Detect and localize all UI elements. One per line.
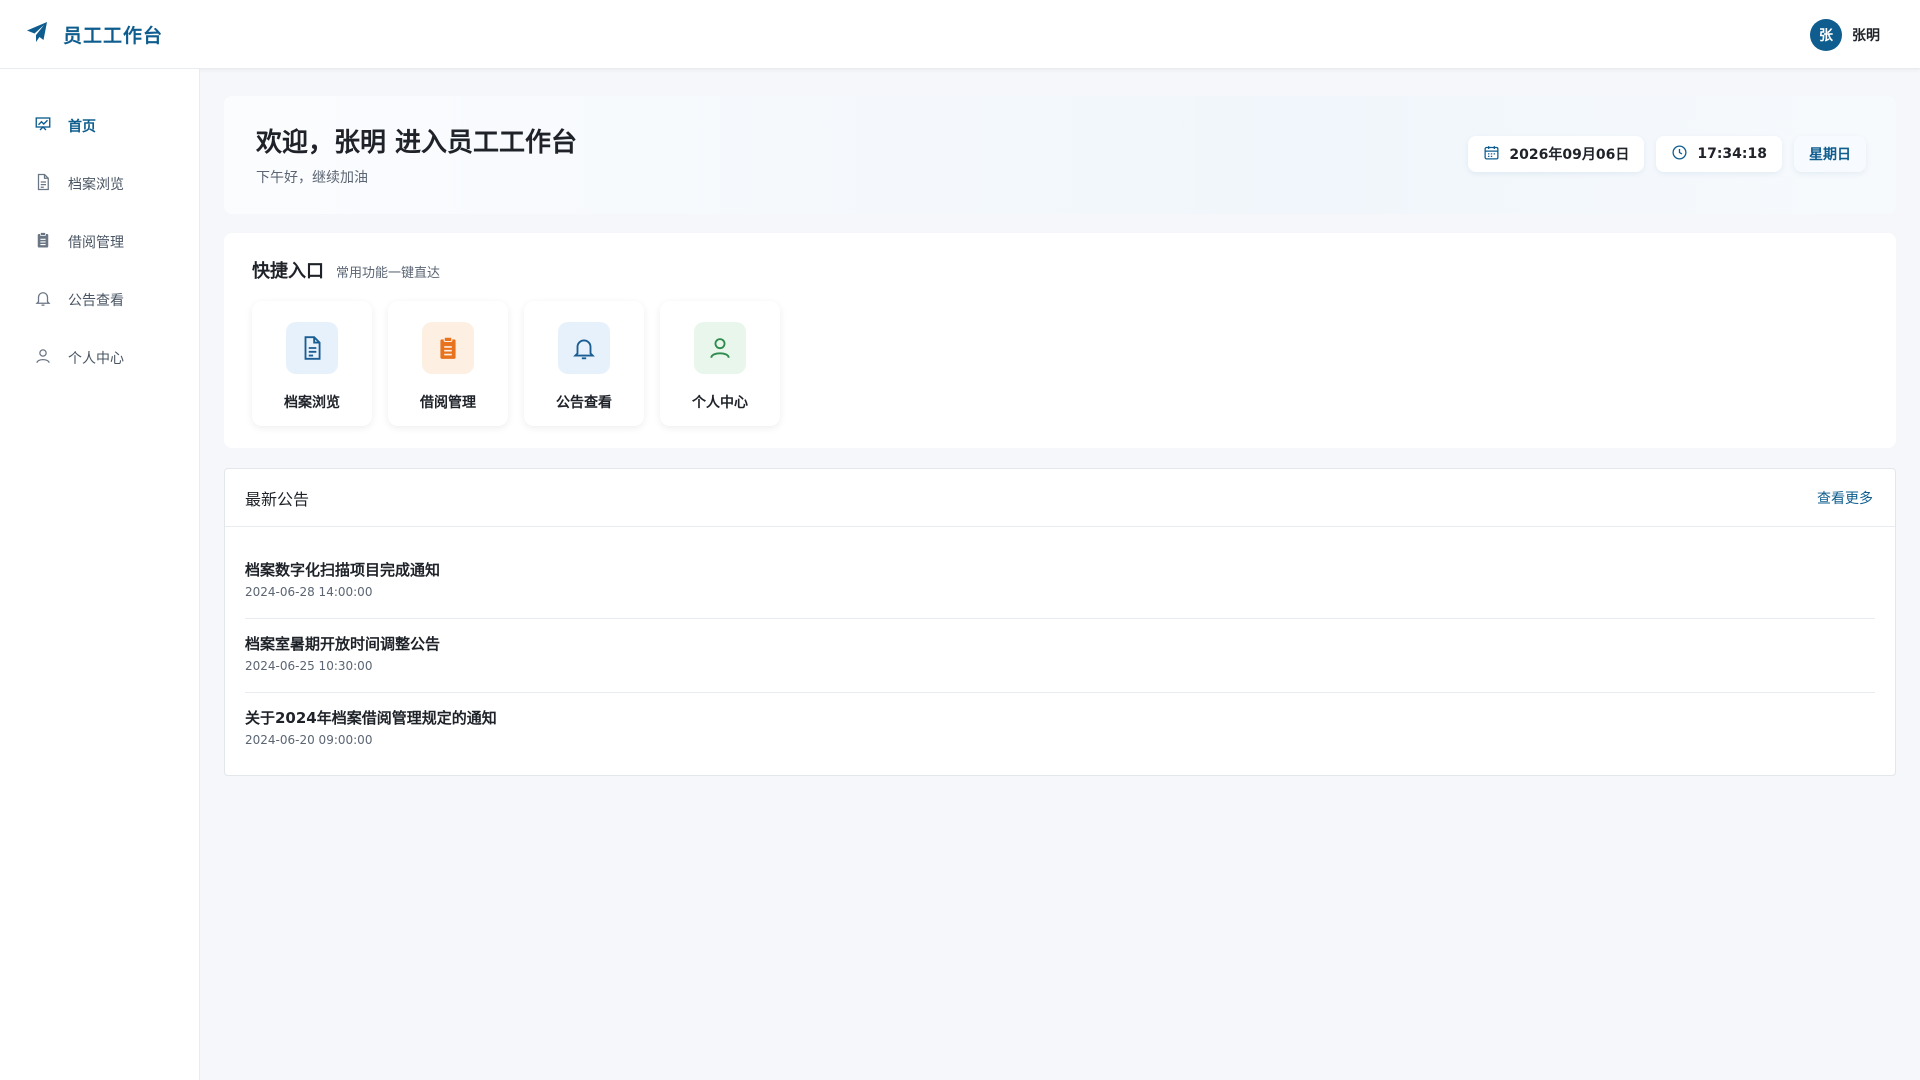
datetime-chips: 2026年09月06日 17:34:18 星期日: [1456, 136, 1866, 172]
date-text: 2026年09月06日: [1509, 147, 1630, 163]
quick-access-tiles: 档案浏览 借阅管理 公告查看 个人中心: [252, 301, 796, 426]
notice-time: 2024-06-28 14:00:00: [245, 585, 373, 599]
notices-header: 最新公告 查看更多: [225, 469, 1895, 527]
sidebar-item-home[interactable]: 首页: [0, 97, 199, 155]
bell-icon: [558, 322, 610, 374]
clipboard-icon: [422, 322, 474, 374]
notice-time: 2024-06-25 10:30:00: [245, 659, 373, 673]
weekday-chip: 星期日: [1794, 136, 1866, 172]
quick-access-panel: 快捷入口 常用功能一键直达 档案浏览 借阅管理 公告查看 个人中心: [224, 233, 1896, 448]
tile-label: 借阅管理: [420, 395, 476, 411]
sidebar-item-archives[interactable]: 档案浏览: [0, 155, 199, 213]
quick-tile-borrowing[interactable]: 借阅管理: [388, 301, 508, 426]
time-text: 17:34:18: [1697, 146, 1767, 162]
latest-notices-card: 最新公告 查看更多 档案数字化扫描项目完成通知 2024-06-28 14:00…: [224, 468, 1896, 776]
user-menu[interactable]: 张 张明: [1810, 19, 1880, 51]
time-chip: 17:34:18: [1656, 136, 1782, 172]
weekday-text: 星期日: [1809, 147, 1851, 163]
document-icon: [34, 173, 52, 195]
tile-label: 公告查看: [556, 395, 612, 411]
notice-time: 2024-06-20 09:00:00: [245, 733, 373, 747]
sidebar-item-label: 借阅管理: [68, 235, 124, 251]
sidebar-item-label: 个人中心: [68, 351, 124, 367]
page-title: 欢迎，张明 进入员工工作台: [256, 128, 578, 158]
top-bar: 员工工作台 张 张明: [0, 0, 1920, 69]
sidebar-item-profile[interactable]: 个人中心: [0, 329, 199, 387]
sidebar-item-label: 公告查看: [68, 293, 124, 309]
quick-access-header: 快捷入口 常用功能一键直达: [252, 257, 440, 283]
date-chip: 2026年09月06日: [1468, 136, 1645, 172]
notice-list: 档案数字化扫描项目完成通知 2024-06-28 14:00:00 档案室暑期开…: [225, 527, 1895, 767]
user-name: 张明: [1852, 28, 1880, 44]
quick-tile-profile[interactable]: 个人中心: [660, 301, 780, 426]
avatar[interactable]: 张: [1810, 19, 1842, 51]
notice-title: 档案室暑期开放时间调整公告: [245, 635, 441, 653]
clock-icon: [1671, 144, 1697, 165]
sidebar-item-borrowing[interactable]: 借阅管理: [0, 213, 199, 271]
list-item[interactable]: 档案数字化扫描项目完成通知 2024-06-28 14:00:00: [245, 545, 1875, 619]
brand[interactable]: 员工工作台: [25, 20, 163, 48]
dashboard-icon: [34, 115, 52, 137]
paper-plane-icon: [25, 20, 49, 48]
sidebar-item-notices[interactable]: 公告查看: [0, 271, 199, 329]
calendar-icon: [1483, 144, 1509, 165]
user-icon: [34, 347, 52, 369]
sidebar: 首页 档案浏览 借阅管理 公告查看 个人中心: [0, 69, 200, 1080]
greeting-text: 下午好，继续加油: [256, 170, 368, 186]
view-more-link[interactable]: 查看更多: [1817, 488, 1873, 508]
section-title: 快捷入口: [252, 261, 324, 282]
tile-label: 个人中心: [692, 395, 748, 411]
sidebar-item-label: 首页: [68, 119, 96, 135]
quick-tile-archives[interactable]: 档案浏览: [252, 301, 372, 426]
notice-title: 档案数字化扫描项目完成通知: [245, 561, 441, 579]
section-subtitle: 常用功能一键直达: [336, 266, 441, 281]
notice-title: 关于2024年档案借阅管理规定的通知: [245, 709, 497, 727]
document-icon: [286, 322, 338, 374]
quick-tile-notices[interactable]: 公告查看: [524, 301, 644, 426]
tile-label: 档案浏览: [284, 395, 340, 411]
notices-title: 最新公告: [245, 489, 310, 509]
user-icon: [694, 322, 746, 374]
list-item[interactable]: 关于2024年档案借阅管理规定的通知 2024-06-20 09:00:00: [245, 693, 1875, 767]
list-item[interactable]: 档案室暑期开放时间调整公告 2024-06-25 10:30:00: [245, 619, 1875, 693]
sidebar-item-label: 档案浏览: [68, 177, 124, 193]
app-title: 员工工作台: [63, 24, 164, 47]
bell-icon: [34, 289, 52, 311]
clipboard-icon: [34, 231, 52, 253]
welcome-banner: 欢迎，张明 进入员工工作台 下午好，继续加油 2026年09月06日 17:34…: [224, 96, 1896, 214]
